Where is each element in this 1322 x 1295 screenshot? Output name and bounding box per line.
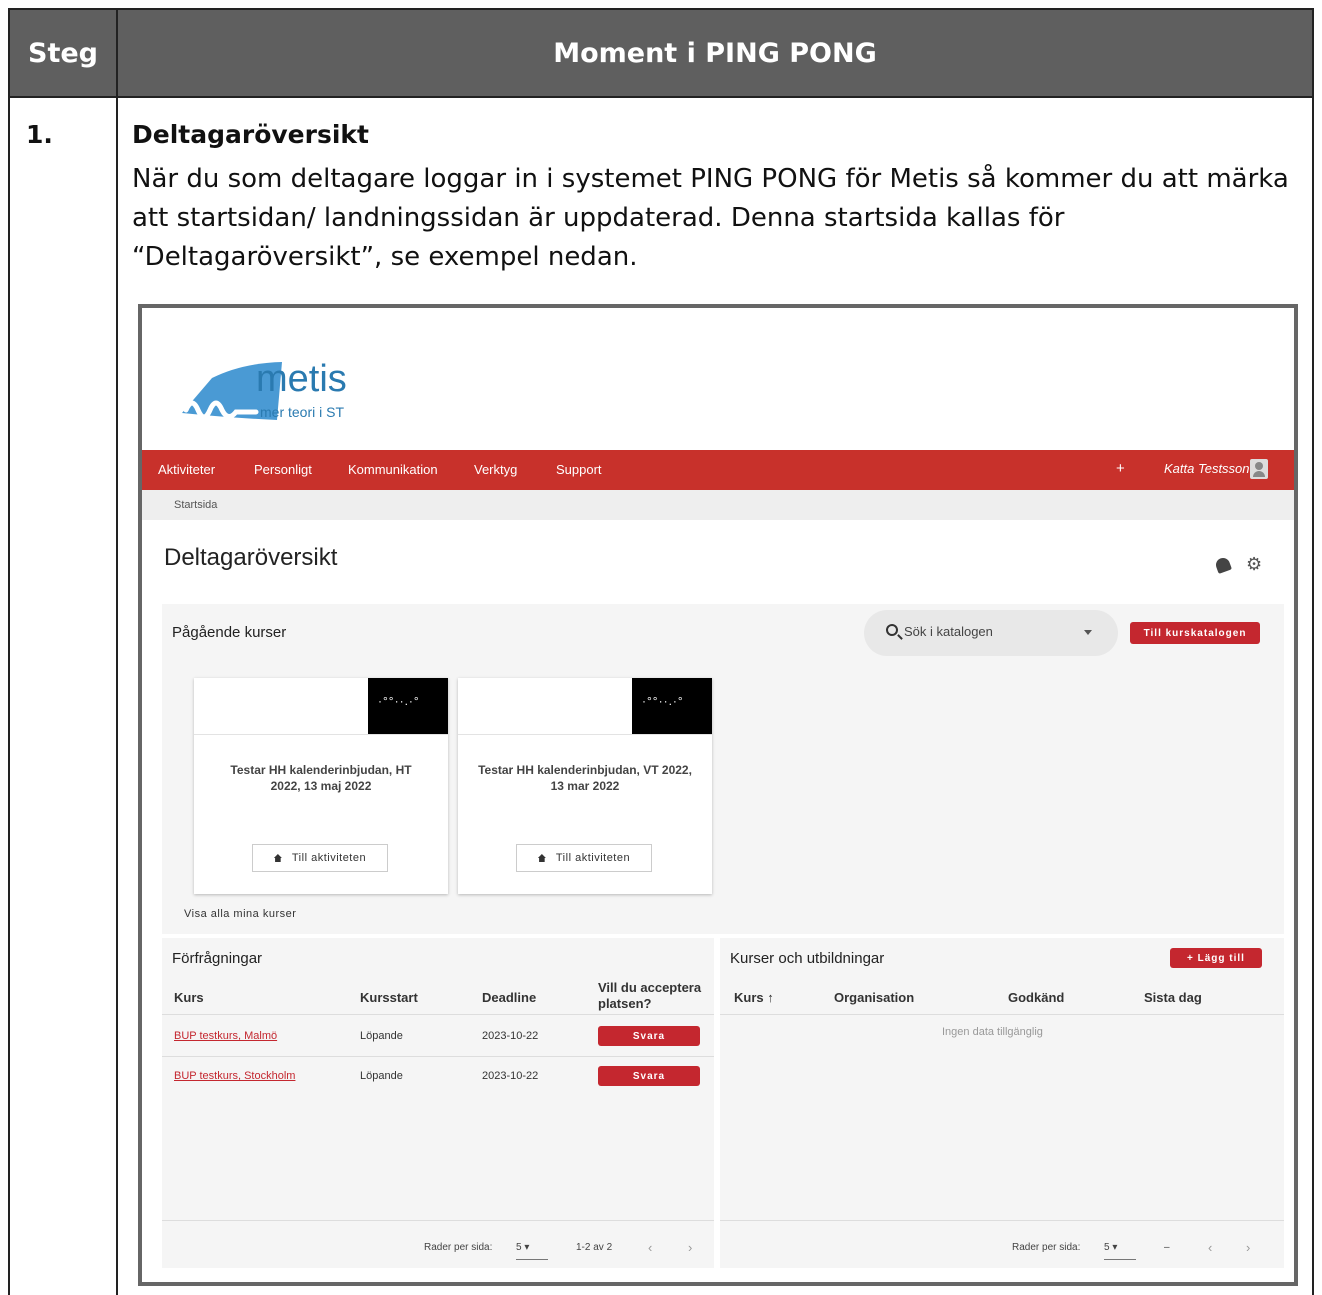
answer-button[interactable]: Svara — [598, 1066, 700, 1086]
header-moment: Moment i PING PONG — [553, 37, 877, 69]
rows-per-page-select[interactable]: 5 ▾ — [1104, 1242, 1136, 1260]
footer-divider — [720, 1220, 1284, 1221]
page-title: Deltagaröversikt — [164, 544, 338, 571]
nav-kommunikation[interactable]: Kommunikation — [348, 462, 438, 477]
nav-personligt[interactable]: Personligt — [254, 462, 312, 477]
course-title: Testar HH kalenderinbjudan, VT 2022, 13 … — [478, 763, 692, 793]
ongoing-courses-title: Pågående kurser — [172, 624, 287, 641]
nav-aktiviteter[interactable]: Aktiviteter — [158, 462, 215, 477]
course-card[interactable]: ·°°··.·° Testar HH kalenderinbjudan, VT … — [458, 678, 712, 894]
home-icon — [273, 854, 282, 862]
chevron-right-icon[interactable]: › — [688, 1240, 692, 1255]
header-divider — [720, 1014, 1284, 1015]
user-name[interactable]: Katta Testsson — [1164, 461, 1250, 476]
search-placeholder: Sök i katalogen — [904, 624, 993, 639]
answer-button[interactable]: Svara — [598, 1026, 700, 1046]
bell-icon[interactable] — [1214, 556, 1232, 574]
catalog-button[interactable]: Till kurskatalogen — [1130, 622, 1260, 644]
column-header-accept: Vill du acceptera platsen? — [598, 980, 702, 1011]
card-divider — [194, 734, 448, 735]
rows-per-page-value: 5 — [516, 1242, 522, 1253]
chevron-left-icon[interactable]: ‹ — [1208, 1240, 1212, 1255]
step-number: 1. — [26, 120, 53, 149]
courses-training-panel: Kurser och utbildningar + Lägg till Kurs… — [720, 938, 1284, 1268]
column-header-kurs[interactable]: Kurs — [174, 990, 204, 1005]
search-icon — [886, 624, 898, 636]
logo-subtitle: mer teori i ST — [260, 404, 345, 420]
home-icon — [537, 854, 546, 862]
nav-support[interactable]: Support — [556, 462, 602, 477]
request-course-link[interactable]: BUP testkurs, Malmö — [174, 1030, 277, 1042]
chevron-right-icon[interactable]: › — [1246, 1240, 1250, 1255]
column-header-deadline[interactable]: Deadline — [482, 990, 536, 1005]
user-avatar-icon[interactable] — [1250, 459, 1268, 479]
nav-verktyg[interactable]: Verktyg — [474, 462, 517, 477]
row-divider — [162, 1056, 714, 1057]
column-header-sista-dag[interactable]: Sista dag — [1144, 990, 1202, 1005]
column-divider — [116, 98, 118, 1295]
pagination-range: – — [1164, 1242, 1170, 1253]
request-deadline: 2023-10-22 — [482, 1030, 539, 1042]
rows-per-page-select[interactable]: 5 ▾ — [516, 1242, 548, 1260]
rows-per-page-label: Rader per sida: — [1012, 1242, 1081, 1253]
courses-training-title: Kurser och utbildningar — [730, 950, 885, 967]
logo-text: metis — [256, 358, 347, 400]
header-step: Steg — [10, 10, 118, 96]
request-start: Löpande — [360, 1070, 403, 1082]
go-to-activity-label: Till aktiviteten — [555, 852, 631, 864]
go-to-activity-button[interactable]: Till aktiviteten — [252, 844, 388, 872]
step-title: Deltagaröversikt — [132, 120, 369, 149]
empty-state-text: Ingen data tillgänglig — [942, 1026, 1043, 1038]
breadcrumb: Startsida — [142, 490, 1294, 520]
course-title: Testar HH kalenderinbjudan, HT 2022, 13 … — [230, 763, 412, 793]
table-header: Steg Moment i PING PONG — [10, 10, 1312, 98]
request-start: Löpande — [360, 1030, 403, 1042]
course-card[interactable]: ·°°··.·° Testar HH kalenderinbjudan, HT … — [194, 678, 448, 894]
rows-per-page-value: 5 — [1104, 1242, 1110, 1253]
column-header-kurs[interactable]: Kurs ↑ — [734, 990, 774, 1005]
requests-panel: Förfrågningar Kurs Kursstart Deadline Vi… — [162, 938, 714, 1268]
pagination-range: 1-2 av 2 — [576, 1242, 613, 1253]
request-deadline: 2023-10-22 — [482, 1070, 539, 1082]
breadcrumb-startsida[interactable]: Startsida — [174, 499, 217, 511]
card-divider — [458, 734, 712, 735]
requests-title: Förfrågningar — [172, 950, 263, 967]
footer-divider — [162, 1220, 714, 1221]
column-header-organisation[interactable]: Organisation — [834, 990, 914, 1005]
go-to-activity-label: Till aktiviteten — [291, 852, 367, 864]
go-to-activity-button[interactable]: Till aktiviteten — [516, 844, 652, 872]
screenshot-frame: metis mer teori i ST Aktiviteter Personl… — [138, 304, 1298, 1286]
column-header-kursstart[interactable]: Kursstart — [360, 990, 418, 1005]
show-all-courses-link[interactable]: Visa alla mina kurser — [184, 908, 296, 920]
rows-per-page-label: Rader per sida: — [424, 1242, 493, 1253]
chevron-down-icon — [1084, 630, 1092, 635]
course-image: ·°°··.·° — [368, 678, 448, 734]
header-divider — [162, 1014, 714, 1015]
column-header-godkand[interactable]: Godkänd — [1008, 990, 1064, 1005]
gear-icon[interactable]: ⚙ — [1246, 554, 1262, 575]
step-description: När du som deltagare loggar in i systeme… — [132, 164, 1289, 272]
chevron-left-icon[interactable]: ‹ — [648, 1240, 652, 1255]
add-plus-button[interactable]: + — [1116, 460, 1125, 477]
request-course-link[interactable]: BUP testkurs, Stockholm — [174, 1070, 295, 1082]
course-image: ·°°··.·° — [632, 678, 712, 734]
top-navbar: Aktiviteter Personligt Kommunikation Ver… — [142, 450, 1294, 490]
add-button[interactable]: + Lägg till — [1170, 948, 1262, 968]
catalog-search-input[interactable]: Sök i katalogen — [864, 610, 1118, 656]
